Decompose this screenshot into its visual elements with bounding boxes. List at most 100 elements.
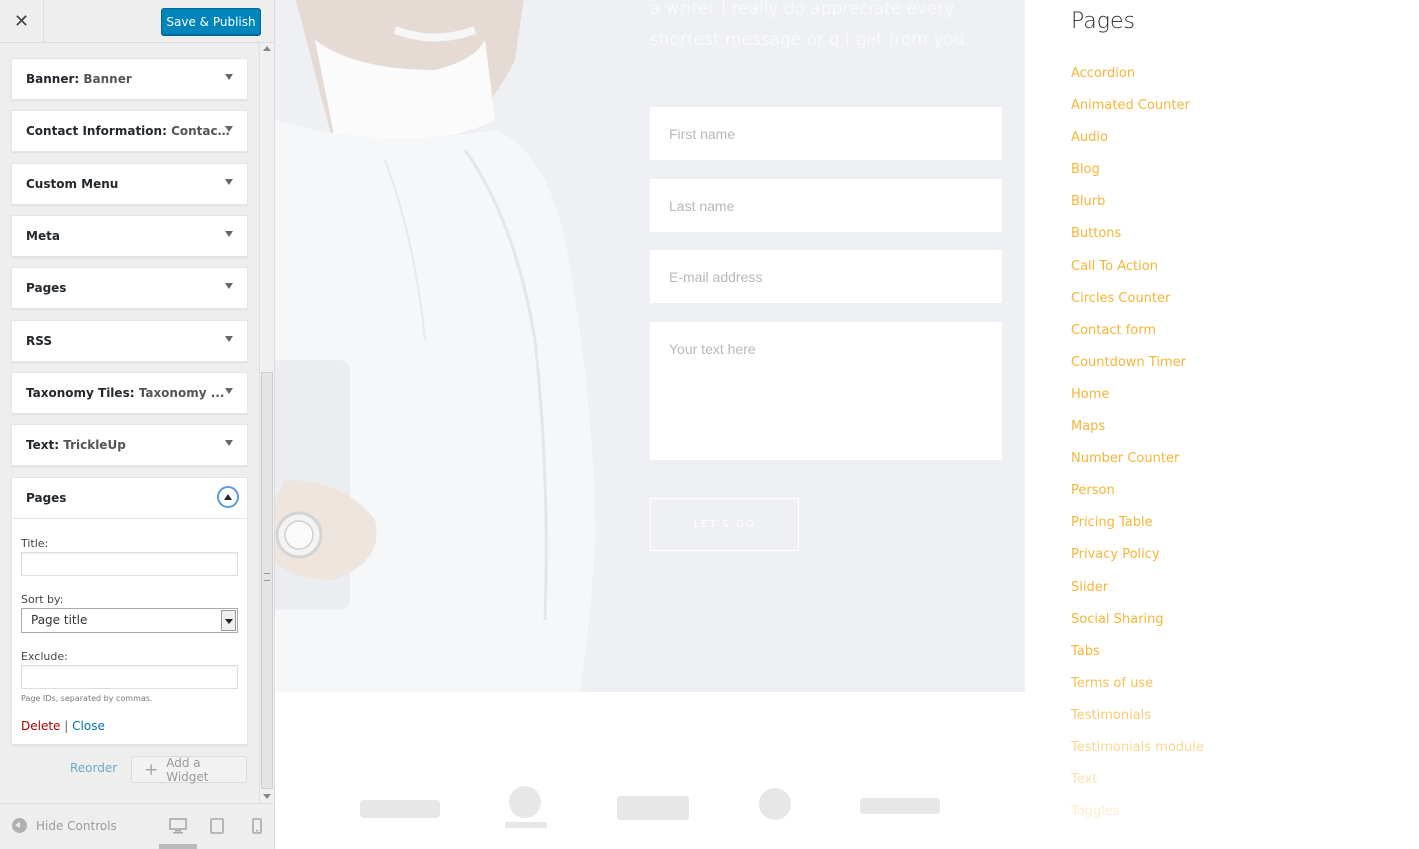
page-link-call-to-action[interactable]: Call To Action: [1071, 257, 1411, 289]
widget-header[interactable]: Custom Menu: [12, 164, 247, 204]
widget-subtitle: TrickleUp: [63, 438, 126, 452]
last-name-field[interactable]: Last name: [650, 179, 1002, 232]
scrollbar-thumb[interactable]: [261, 372, 273, 789]
hide-controls-label: Hide Controls: [36, 818, 117, 833]
widget-form: Title: Sort by: Page title Exclude: Page…: [12, 518, 247, 745]
widget-header[interactable]: Taxonomy Tiles: Taxonomy ...: [12, 373, 247, 413]
submit-button[interactable]: LET'S GO: [650, 498, 799, 551]
intro-text: a writer I really do appreciate every sh…: [650, 0, 971, 50]
widget-text[interactable]: Text: TrickleUp: [11, 424, 248, 466]
widget-title: Pages: [26, 491, 67, 505]
first-name-field[interactable]: First name: [650, 107, 1002, 160]
expand-arrow-icon[interactable]: [225, 336, 233, 342]
collapse-widget-button[interactable]: [217, 486, 239, 508]
widget-header[interactable]: RSS: [12, 321, 247, 361]
scroll-up-arrow-icon[interactable]: [263, 46, 271, 51]
pages-widget-title: Pages: [1071, 9, 1135, 34]
save-publish-button[interactable]: Save & Publish: [161, 8, 261, 35]
page-link-accordion[interactable]: Accordion: [1071, 64, 1411, 96]
page-link-privacy-policy[interactable]: Privacy Policy: [1071, 545, 1411, 577]
page-link-testimonials-module[interactable]: Testimonials module: [1071, 738, 1411, 770]
widget-list: Banner: Banner Contact Information: Cont…: [0, 43, 274, 803]
message-field[interactable]: Your text here: [650, 322, 1002, 460]
page-link-social-sharing[interactable]: Social Sharing: [1071, 610, 1411, 642]
widget-rss[interactable]: RSS: [11, 320, 248, 362]
desktop-preview-icon[interactable]: [169, 818, 187, 834]
reorder-link[interactable]: Reorder: [70, 761, 117, 775]
page-link-animated-counter[interactable]: Animated Counter: [1071, 96, 1411, 128]
scroll-down-arrow-icon[interactable]: [263, 794, 271, 799]
widget-title: Contact Information: [26, 124, 163, 138]
tablet-preview-icon[interactable]: [208, 818, 226, 834]
page-link-text[interactable]: Text: [1071, 770, 1411, 802]
page-link-buttons[interactable]: Buttons: [1071, 224, 1411, 256]
close-customizer-button[interactable]: ✕: [0, 0, 44, 43]
page-link-blog[interactable]: Blog: [1071, 160, 1411, 192]
page-link-blurb[interactable]: Blurb: [1071, 192, 1411, 224]
page-link-testimonials[interactable]: Testimonials: [1071, 706, 1411, 738]
pages-list: Accordion Animated Counter Audio Blog Blurb B…: [1071, 64, 1411, 834]
mobile-preview-icon[interactable]: [248, 818, 266, 834]
widget-header[interactable]: Meta: [12, 216, 247, 256]
page-link-audio[interactable]: Audio: [1071, 128, 1411, 160]
widget-pages[interactable]: Pages: [11, 267, 248, 309]
sidebar-scrollbar[interactable]: [259, 43, 274, 803]
page-link-contact-form[interactable]: Contact form: [1071, 321, 1411, 353]
close-link[interactable]: Close: [72, 719, 105, 733]
expand-arrow-icon[interactable]: [225, 74, 233, 80]
widget-subtitle: Banner: [83, 72, 132, 86]
contact-hero-section: a writer I really do appreciate every sh…: [275, 0, 1025, 692]
expand-arrow-icon[interactable]: [225, 231, 233, 237]
client-logo: [860, 798, 940, 814]
client-logo: [505, 786, 547, 828]
message-placeholder: Your text here: [669, 341, 756, 357]
page-link-toggles[interactable]: Toggles: [1071, 802, 1411, 834]
page-link-number-counter[interactable]: Number Counter: [1071, 449, 1411, 481]
hide-controls-button[interactable]: Hide Controls: [12, 818, 117, 833]
expand-arrow-icon[interactable]: [225, 388, 233, 394]
exclude-field[interactable]: [21, 665, 238, 689]
sort-by-label: Sort by:: [21, 593, 64, 606]
expand-arrow-icon[interactable]: [225, 126, 233, 132]
page-link-pricing-table[interactable]: Pricing Table: [1071, 513, 1411, 545]
widget-custom-menu[interactable]: Custom Menu: [11, 163, 248, 205]
collapse-arrow-icon: [12, 818, 27, 833]
page-link-terms-of-use[interactable]: Terms of use: [1071, 674, 1411, 706]
title-field[interactable]: [21, 552, 238, 576]
client-logo: [617, 796, 689, 820]
chevron-down-icon[interactable]: [221, 610, 236, 631]
exclude-label: Exclude:: [21, 650, 68, 663]
expand-arrow-icon[interactable]: [225, 440, 233, 446]
add-widget-label: Add a Widget: [166, 755, 209, 784]
page-link-circles-counter[interactable]: Circles Counter: [1071, 289, 1411, 321]
widget-title: RSS: [26, 334, 52, 348]
expand-arrow-icon[interactable]: [225, 179, 233, 185]
email-field[interactable]: E-mail address: [650, 250, 1002, 303]
widget-header[interactable]: Pages: [12, 478, 247, 518]
widget-banner[interactable]: Banner: Banner: [11, 58, 248, 100]
page-link-slider[interactable]: Slider: [1071, 578, 1411, 610]
sort-by-select[interactable]: Page title: [21, 608, 238, 633]
widget-contact-information[interactable]: Contact Information: Contact...: [11, 110, 248, 152]
page-link-home[interactable]: Home: [1071, 385, 1411, 417]
hero-person-image: [275, 0, 595, 692]
delete-link[interactable]: Delete: [21, 719, 60, 733]
close-icon: ✕: [13, 11, 30, 31]
page-link-person[interactable]: Person: [1071, 481, 1411, 513]
widget-header[interactable]: Banner: Banner: [12, 59, 247, 99]
widget-subtitle: Taxonomy ...: [138, 386, 225, 400]
page-link-countdown-timer[interactable]: Countdown Timer: [1071, 353, 1411, 385]
add-widget-button[interactable]: + Add a Widget: [131, 755, 247, 784]
widget-title: Meta: [26, 229, 60, 243]
page-link-tabs[interactable]: Tabs: [1071, 642, 1411, 674]
widget-title: Text: [26, 438, 55, 452]
expand-arrow-icon[interactable]: [225, 283, 233, 289]
widget-header[interactable]: Contact Information: Contact...: [12, 111, 247, 151]
widget-title: Taxonomy Tiles: [26, 386, 130, 400]
widget-taxonomy-tiles[interactable]: Taxonomy Tiles: Taxonomy ...: [11, 372, 248, 414]
page-link-maps[interactable]: Maps: [1071, 417, 1411, 449]
widget-meta[interactable]: Meta: [11, 215, 248, 257]
widget-header[interactable]: Text: TrickleUp: [12, 425, 247, 465]
widget-title: Pages: [26, 281, 67, 295]
widget-header[interactable]: Pages: [12, 268, 247, 308]
